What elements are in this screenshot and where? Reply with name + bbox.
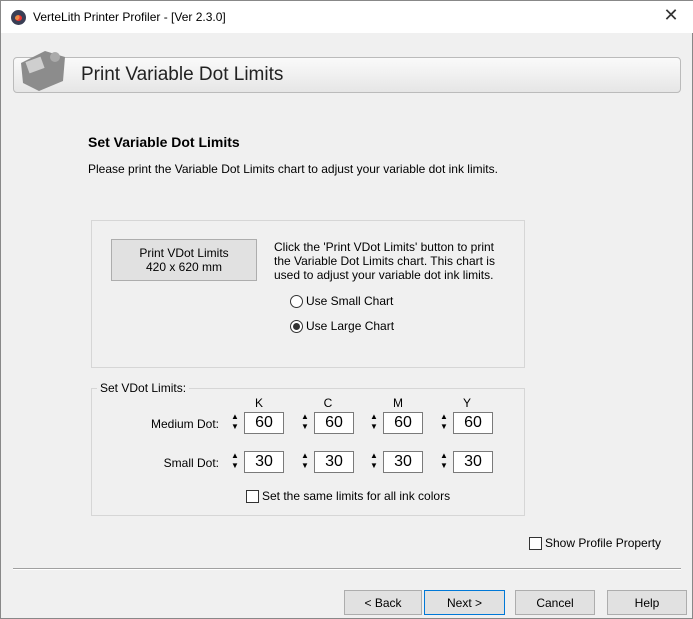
small-y-input[interactable]: 30	[453, 451, 493, 473]
column-m: M	[393, 396, 403, 410]
help-button[interactable]: Help	[607, 590, 687, 615]
medium-m-spinner[interactable]: ▲ ▼	[369, 412, 379, 434]
medium-y-spinner[interactable]: ▲ ▼	[439, 412, 449, 434]
section-heading: Set Variable Dot Limits	[88, 134, 240, 150]
vdot-group-legend: Set VDot Limits:	[97, 381, 190, 395]
small-y-spinner[interactable]: ▲ ▼	[439, 451, 449, 473]
print-vdot-limits-button[interactable]: Print VDot Limits 420 x 620 mm	[111, 239, 257, 281]
medium-k-spinner[interactable]: ▲ ▼	[230, 412, 240, 434]
medium-k-input[interactable]: 60	[244, 412, 284, 434]
same-limits-checkbox[interactable]	[246, 490, 259, 503]
back-button[interactable]: < Back	[344, 590, 422, 615]
next-button[interactable]: Next >	[424, 590, 505, 615]
large-chart-radio[interactable]	[290, 320, 303, 333]
page-title: Print Variable Dot Limits	[81, 64, 284, 85]
app-icon	[11, 10, 26, 25]
small-c-input[interactable]: 30	[314, 451, 354, 473]
print-info-text: Click the 'Print VDot Limits' button to …	[274, 240, 495, 282]
column-k: K	[254, 396, 263, 410]
separator	[13, 568, 681, 570]
column-y: Y	[462, 396, 471, 410]
small-k-input[interactable]: 30	[244, 451, 284, 473]
print-button-label: Print VDot Limits	[139, 246, 229, 260]
column-c: C	[323, 396, 333, 410]
medium-c-spinner[interactable]: ▲ ▼	[300, 412, 310, 434]
small-k-spinner[interactable]: ▲ ▼	[230, 451, 240, 473]
medium-dot-label: Medium Dot:	[150, 417, 219, 431]
show-profile-label: Show Profile Property	[545, 536, 662, 550]
small-chart-radio[interactable]	[290, 295, 303, 308]
print-button-size: 420 x 620 mm	[145, 260, 223, 274]
close-button[interactable]: ✕	[656, 5, 686, 29]
section-description: Please print the Variable Dot Limits cha…	[88, 162, 498, 176]
medium-m-input[interactable]: 60	[383, 412, 423, 434]
spectrophotometer-icon	[21, 51, 65, 91]
same-limits-label: Set the same limits for all ink colors	[262, 489, 451, 503]
medium-y-input[interactable]: 60	[453, 412, 493, 434]
small-chart-label: Use Small Chart	[306, 294, 394, 308]
small-m-spinner[interactable]: ▲ ▼	[369, 451, 379, 473]
cancel-button[interactable]: Cancel	[515, 590, 595, 615]
small-c-spinner[interactable]: ▲ ▼	[300, 451, 310, 473]
window-title: VerteLith Printer Profiler - [Ver 2.3.0]	[33, 10, 226, 24]
show-profile-checkbox[interactable]	[529, 537, 542, 550]
small-m-input[interactable]: 30	[383, 451, 423, 473]
small-dot-label: Small Dot:	[163, 456, 219, 470]
medium-c-input[interactable]: 60	[314, 412, 354, 434]
large-chart-label: Use Large Chart	[306, 319, 395, 333]
